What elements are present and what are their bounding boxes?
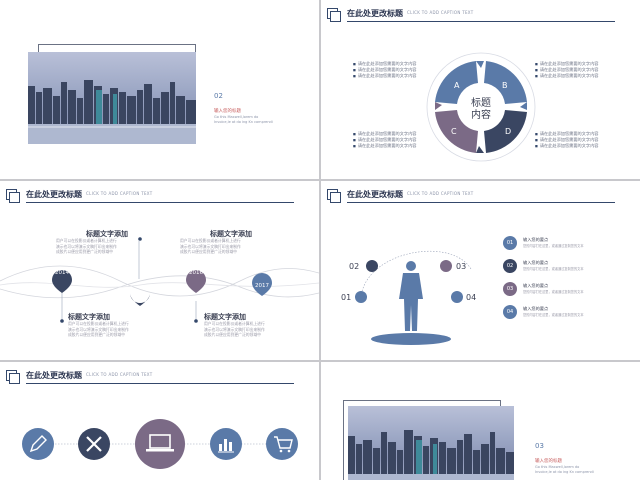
user-icon — [366, 260, 378, 272]
marker-2016: 2016 — [186, 270, 206, 293]
section-number: 02 — [214, 92, 223, 100]
legend-desc: 您的内容打在这里，或者通过复制您的文本 — [523, 290, 584, 294]
year-2014-label: 2014 — [55, 270, 69, 276]
segment-label-b: B — [502, 81, 508, 90]
timeline-item-body: 用户可以在投影仪或者计算机上进行 演示也可以将演示文稿打印出来制作 成胶片以便应… — [56, 238, 126, 255]
caption-title: 输入您的标题 — [535, 459, 562, 464]
legend-dot: 01 — [503, 236, 517, 250]
bullet-item: 请在此处添加您需要的文字内容 — [353, 73, 417, 79]
bullet-list-bottom-left: 请在此处添加您需要的文字内容 请在此处添加您需要的文字内容 请在此处添加您需要的… — [353, 131, 417, 149]
body-line: 成胶片以便应用到更广泛的领域中 — [56, 249, 113, 254]
segment-label-a: A — [454, 81, 460, 90]
section-number: 03 — [535, 442, 544, 450]
slide-title: 在此处更改标题 — [26, 371, 82, 380]
thumbs-up-icon — [451, 291, 463, 303]
icon-row — [22, 419, 298, 469]
body-line: 用户可以在投影仪或者计算机上进行 — [204, 321, 265, 326]
title-square-icon — [6, 370, 20, 384]
businessman-diagram: 01 02 03 04 — [341, 250, 476, 345]
gear-icon — [355, 291, 367, 303]
cart-icon — [266, 428, 298, 460]
marker-2015: 2015 — [130, 292, 150, 306]
slide-subtitle: CLICK TO ADD CAPTION TEXT — [86, 372, 153, 377]
pencil-icon — [22, 428, 54, 460]
slide-title: 在此处更改标题 — [347, 9, 403, 18]
bullet-item: 请在此处添加您需要的文字内容 — [535, 143, 599, 149]
title-underline — [347, 21, 615, 22]
segment-label-c: C — [451, 127, 457, 136]
slide-thumbnail-4[interactable]: 在此处更改标题 CLICK TO ADD CAPTION TEXT 01 02 … — [321, 181, 640, 360]
slide-thumbnail-1[interactable]: 02 输入您的标题 Go this Maxwell,lorem do Invoi… — [0, 0, 319, 179]
bar-chart-icon — [210, 428, 242, 460]
cart-icon — [440, 260, 452, 272]
slide-thumbnail-6[interactable]: 03 输入您的标题 Go this Maxwell,lorem do Invoi… — [321, 362, 640, 480]
city-skyline-photo — [348, 406, 514, 480]
center-text-2: 内容 — [471, 108, 491, 121]
marker-2014: 2014 — [52, 270, 72, 293]
legend-desc: 您的内容打在这里，或者通过复制您的文本 — [523, 267, 584, 271]
businessman-silhouette — [399, 261, 423, 331]
caption-subtext: Go this Maxwell,lorem do Invoice,le at d… — [535, 465, 594, 474]
body-line: 用户可以在投影仪或者计算机上进行 — [56, 238, 117, 243]
year-2015-label: 2015 — [133, 292, 147, 298]
label-03: 03 — [456, 262, 466, 271]
tools-icon — [78, 428, 110, 460]
bullet-list-top-right: 请在此处添加您需要的文字内容 请在此处添加您需要的文字内容 请在此处添加您需要的… — [535, 61, 599, 79]
title-square-icon — [327, 8, 341, 22]
city-skyline-photo — [28, 52, 196, 144]
slide-thumbnail-5[interactable]: 在此处更改标题 CLICK TO ADD CAPTION TEXT — [0, 362, 319, 480]
laptop-icon — [135, 419, 185, 469]
label-04: 04 — [466, 293, 476, 302]
timeline-item-body: 用户可以在投影仪或者计算机上进行 演示也可以将演示文稿打印出来制作 成胶片以便应… — [68, 321, 138, 338]
slide-subtitle: CLICK TO ADD CAPTION TEXT — [407, 10, 474, 15]
slide-thumbnail-3[interactable]: 在此处更改标题 CLICK TO ADD CAPTION TEXT 2014 2… — [0, 181, 319, 360]
legend-dot: 03 — [503, 282, 517, 296]
label-01: 01 — [341, 293, 351, 302]
body-line: 成胶片以便应用到更广泛的领域中 — [204, 332, 261, 337]
bullet-list-bottom-right: 请在此处添加您需要的文字内容 请在此处添加您需要的文字内容 请在此处添加您需要的… — [535, 131, 599, 149]
timeline-item-body: 用户可以在投影仪或者计算机上进行 演示也可以将演示文稿打印出来制作 成胶片以便应… — [180, 238, 250, 255]
segment-label-d: D — [505, 127, 511, 136]
body-line: 成胶片以便应用到更广泛的领域中 — [68, 332, 125, 337]
slide-thumbnail-2[interactable]: 在此处更改标题 CLICK TO ADD CAPTION TEXT 请在此处添加… — [321, 0, 640, 179]
legend-desc: 您的内容打在这里，或者通过复制您的文本 — [523, 244, 584, 248]
body-line: 用户可以在投影仪或者计算机上进行 — [180, 238, 241, 243]
body-line: 用户可以在投影仪或者计算机上进行 — [68, 321, 129, 326]
caption-subtext: Go this Maxwell,lorem do Invoice,le at d… — [214, 115, 273, 124]
bullet-item: 请在此处添加您需要的文字内容 — [353, 143, 417, 149]
year-2016-label: 2016 — [189, 270, 203, 276]
caption-title: 输入您的标题 — [214, 109, 241, 114]
cycle-diagram: A B C D 标题 内容 — [426, 52, 536, 162]
title-underline — [26, 383, 294, 384]
bullet-list-top-left: 请在此处添加您需要的文字内容 请在此处添加您需要的文字内容 请在此处添加您需要的… — [353, 61, 417, 79]
legend-desc: 您的内容打在这里，或者通过复制您的文本 — [523, 313, 584, 317]
bullet-item: 请在此处添加您需要的文字内容 — [535, 73, 599, 79]
body-line: 成胶片以便应用到更广泛的领域中 — [180, 249, 237, 254]
marker-2017: 2017 — [252, 273, 272, 296]
center-text-1: 标题 — [471, 97, 491, 109]
legend-dot: 04 — [503, 305, 517, 319]
timeline-item-body: 用户可以在投影仪或者计算机上进行 演示也可以将演示文稿打印出来制作 成胶片以便应… — [204, 321, 274, 338]
year-2017-label: 2017 — [255, 283, 269, 289]
label-02: 02 — [349, 262, 359, 271]
legend-dot: 02 — [503, 259, 517, 273]
